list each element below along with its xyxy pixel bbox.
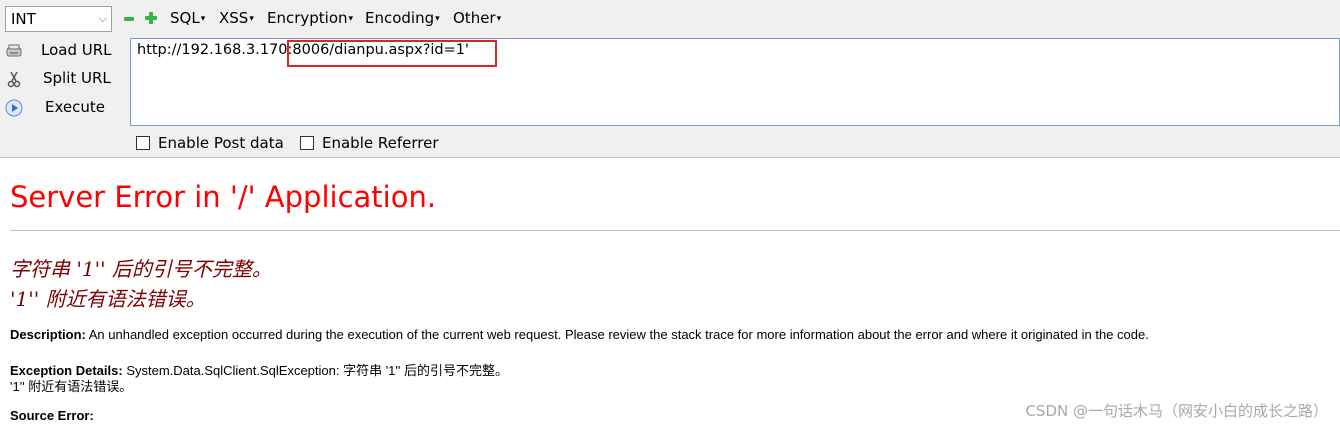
load-url-icon — [6, 44, 22, 57]
menu-xss[interactable]: XSS▾ — [219, 9, 254, 27]
divider — [10, 230, 1340, 231]
menu-xss-label: XSS — [219, 9, 249, 27]
error-message-line2: '1'' 附近有语法错误。 — [10, 287, 206, 311]
source-error-label: Source Error: — [10, 408, 94, 423]
hackbar-toolbar: INT ⌵ SQL▾ XSS▾ Encryption▾ Encoding▾ Ot… — [0, 0, 1340, 158]
checkbox-box[interactable] — [136, 136, 150, 150]
description: Description: An unhandled exception occu… — [10, 327, 1149, 342]
plus-icon[interactable] — [145, 12, 157, 24]
checkbox-box[interactable] — [300, 136, 314, 150]
scissors-icon — [7, 71, 21, 88]
menu-encoding-label: Encoding — [365, 9, 435, 27]
play-icon — [5, 99, 23, 117]
minus-icon[interactable] — [124, 14, 134, 24]
caret-down-icon: ▾ — [348, 14, 354, 24]
exception-details-line2: '1'' 附近有语法错误。 — [10, 379, 133, 394]
description-text: An unhandled exception occurred during t… — [85, 327, 1149, 342]
load-url-label: Load URL — [41, 41, 112, 59]
caret-down-icon: ▾ — [496, 14, 502, 24]
type-select[interactable]: INT ⌵ — [5, 6, 112, 32]
menu-encryption[interactable]: Encryption▾ — [267, 9, 353, 27]
enable-referrer-label: Enable Referrer — [322, 134, 439, 152]
caret-down-icon: ▾ — [249, 14, 254, 24]
execute-button[interactable]: Execute — [0, 96, 128, 122]
error-message-line1: 字符串 '1'' 后的引号不完整。 — [10, 257, 272, 281]
menu-sql[interactable]: SQL▾ — [170, 9, 205, 27]
menu-sql-label: SQL — [170, 9, 200, 27]
menu-encoding[interactable]: Encoding▾ — [365, 9, 440, 27]
execute-label: Execute — [45, 98, 105, 116]
menu-encryption-label: Encryption — [267, 9, 348, 27]
enable-referrer-checkbox[interactable]: Enable Referrer — [300, 134, 438, 152]
error-title: Server Error in '/' Application. — [10, 180, 437, 214]
chevron-down-icon: ⌵ — [98, 12, 107, 25]
load-url-button[interactable]: Load URL — [0, 39, 128, 65]
description-label: Description: — [10, 327, 86, 342]
split-url-label: Split URL — [43, 69, 111, 87]
watermark: CSDN @一句话木马（网安小白的成长之路） — [1025, 402, 1328, 420]
enable-post-checkbox[interactable]: Enable Post data — [136, 134, 284, 152]
caret-down-icon: ▾ — [435, 14, 440, 24]
caret-down-icon: ▾ — [200, 14, 206, 24]
highlight-annotation — [287, 40, 497, 67]
exception-text: System.Data.SqlClient.SqlException: 字符串 … — [122, 363, 508, 378]
type-select-value: INT — [11, 10, 36, 28]
menu-other[interactable]: Other▾ — [453, 9, 501, 27]
menu-other-label: Other — [453, 9, 496, 27]
enable-post-label: Enable Post data — [158, 134, 284, 152]
split-url-button[interactable]: Split URL — [0, 67, 128, 93]
